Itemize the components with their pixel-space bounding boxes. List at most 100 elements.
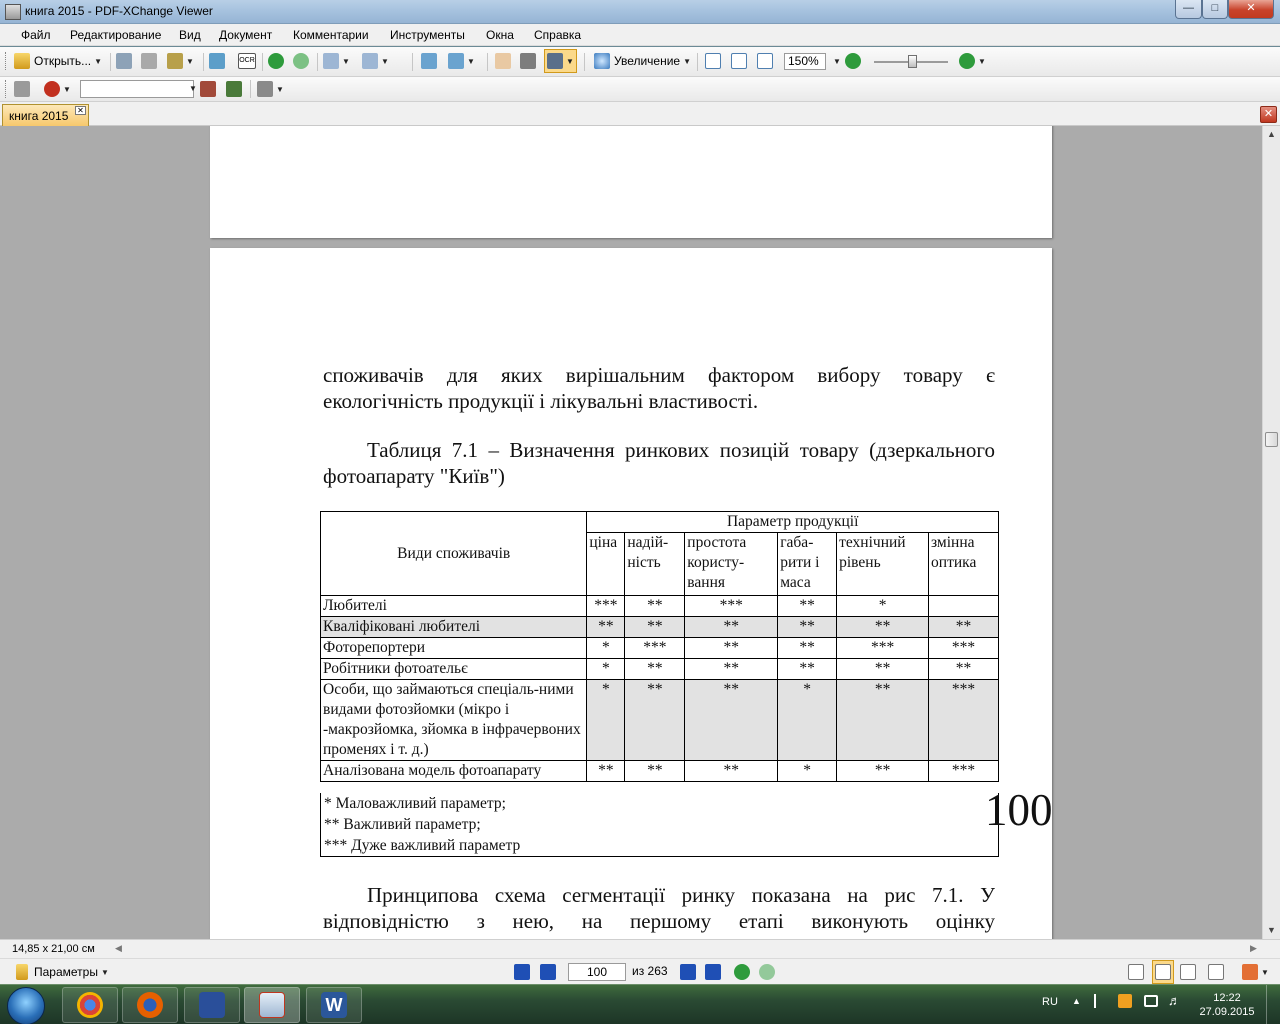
single-page-button[interactable] <box>1128 962 1144 982</box>
back-arrow-icon <box>734 964 750 980</box>
zoom-tool-button[interactable]: Увеличение ▼ <box>594 51 691 71</box>
maximize-button[interactable]: □ <box>1202 0 1228 19</box>
previous-page-button[interactable] <box>540 962 556 982</box>
next-page-icon <box>680 964 696 980</box>
taskbar-floppy-app[interactable] <box>184 987 240 1023</box>
status-bar-top: 14,85 x 21,00 см ◀ ▶ <box>0 939 1280 958</box>
spellcheck-button[interactable]: ▼ <box>44 79 71 99</box>
forward-view-button[interactable] <box>759 962 775 982</box>
last-page-button[interactable] <box>705 962 721 982</box>
rotate-view-button[interactable] <box>421 51 437 71</box>
zoom-out-icon <box>845 53 861 69</box>
tab-kniga-2015[interactable]: книга 2015 ✕ <box>2 104 89 126</box>
open-button[interactable]: Открыть... ▼ <box>14 51 102 71</box>
vertical-scrollbar[interactable]: ▲ ▼ <box>1262 126 1280 939</box>
fit-width-icon <box>757 53 773 69</box>
spellcheck-icon <box>44 81 60 97</box>
find-previous-button[interactable] <box>200 79 216 99</box>
document-view[interactable]: споживачів для яких вирішальним фактором… <box>0 126 1262 939</box>
menu-comments[interactable]: Комментарии <box>293 28 369 42</box>
previous-page <box>210 126 1052 238</box>
undo-button[interactable]: ▼ <box>323 51 350 71</box>
params-button[interactable]: Параметры ▼ <box>16 962 109 982</box>
window-title: книга 2015 - PDF-XChange Viewer <box>25 4 213 18</box>
scroll-left-icon[interactable]: ◀ <box>115 943 122 954</box>
taskbar-word[interactable]: W <box>306 987 362 1023</box>
current-page-input[interactable]: 100 <box>568 963 626 981</box>
find-input[interactable] <box>80 80 194 98</box>
menu-file[interactable]: Файл <box>21 28 51 42</box>
tab-close-icon[interactable]: ✕ <box>75 106 86 115</box>
save-icon <box>116 53 132 69</box>
fit-width-button[interactable] <box>757 51 773 71</box>
undo-icon <box>323 53 339 69</box>
zoom-dropdown-icon[interactable]: ▼ <box>833 57 841 66</box>
back-button[interactable] <box>268 51 284 71</box>
action-center-flag-icon[interactable] <box>1094 994 1106 1008</box>
menu-help[interactable]: Справка <box>534 28 581 42</box>
redo-button[interactable]: ▼ <box>362 51 389 71</box>
menu-document[interactable]: Документ <box>219 28 272 42</box>
next-page-button[interactable] <box>680 962 696 982</box>
find-dropdown-icon[interactable]: ▼ <box>189 84 197 93</box>
zoom-slider-thumb[interactable] <box>908 55 917 68</box>
text-select-button[interactable]: ▼ <box>544 49 577 73</box>
find-next-button[interactable] <box>226 79 242 99</box>
zoom-out-button[interactable] <box>845 51 861 71</box>
back-view-button[interactable] <box>734 962 750 982</box>
forward-button[interactable] <box>293 51 309 71</box>
volume-icon[interactable]: ♬ <box>1168 993 1181 1008</box>
actual-size-button[interactable] <box>705 51 721 71</box>
close-button[interactable]: ✕ <box>1228 0 1274 19</box>
back-arrow-icon <box>268 53 284 69</box>
first-page-button[interactable] <box>514 962 530 982</box>
dropdown-arrow-icon: ▼ <box>683 56 692 66</box>
table-row: Кваліфіковані любителі ** ** ** ** ** ** <box>319 616 999 638</box>
clock[interactable]: 12:22 27.09.2015 <box>1196 991 1258 1019</box>
actual-size-icon <box>705 53 721 69</box>
taskbar-chrome[interactable] <box>62 987 118 1023</box>
continuous-button[interactable] <box>1152 960 1174 984</box>
save-button[interactable] <box>116 51 132 71</box>
zoom-in-button[interactable]: ▼ <box>959 51 986 71</box>
links-button[interactable] <box>14 79 30 99</box>
snapshot-button[interactable] <box>520 51 536 71</box>
menu-view[interactable]: Вид <box>179 28 201 42</box>
close-document-button[interactable]: ✕ <box>1260 106 1277 123</box>
start-button[interactable] <box>7 987 45 1024</box>
ocr-button[interactable]: OCR <box>238 51 256 71</box>
menu-edit[interactable]: Редактирование <box>70 28 161 42</box>
show-desktop-button[interactable] <box>1266 985 1280 1024</box>
menu-tools[interactable]: Инструменты <box>390 28 465 42</box>
col-header: ціна <box>586 532 626 596</box>
page-options-button[interactable]: ▼ <box>1242 962 1269 982</box>
page-number: 100 <box>985 785 1053 835</box>
language-indicator[interactable]: RU <box>1042 996 1058 1008</box>
export-button[interactable]: ▼ <box>167 51 194 71</box>
hand-tool-button[interactable] <box>495 51 511 71</box>
table-row: Особи, що займаються спеціаль-ними видам… <box>319 679 999 761</box>
tray-expand-icon[interactable]: ▲ <box>1072 996 1081 1006</box>
tray-app-icon[interactable] <box>1118 994 1132 1008</box>
facing-pages-button[interactable] <box>1180 962 1196 982</box>
fit-page-button[interactable] <box>731 51 747 71</box>
scroll-right-icon[interactable]: ▶ <box>1250 943 1257 954</box>
table-row: Любителі *** ** *** ** * <box>319 595 999 617</box>
find-options-button[interactable]: ▼ <box>257 79 284 99</box>
menu-windows[interactable]: Окна <box>486 28 514 42</box>
taskbar-firefox[interactable] <box>122 987 178 1023</box>
taskbar-pdf-xchange[interactable] <box>244 987 300 1023</box>
network-icon[interactable] <box>1144 995 1158 1007</box>
scroll-up-icon[interactable]: ▲ <box>1263 126 1280 143</box>
facing-pages-icon <box>1180 964 1196 980</box>
scrollbar-thumb[interactable] <box>1265 432 1278 447</box>
hand-icon <box>495 53 511 69</box>
page-layout-button[interactable]: ▼ <box>448 51 475 71</box>
print-button[interactable] <box>141 51 157 71</box>
folder-open-icon <box>14 53 30 69</box>
continuous-facing-button[interactable] <box>1208 962 1224 982</box>
search-button[interactable] <box>209 51 225 71</box>
minimize-button[interactable]: — <box>1175 0 1202 19</box>
scroll-down-icon[interactable]: ▼ <box>1263 922 1280 939</box>
zoom-level-input[interactable]: 150% <box>784 53 826 70</box>
